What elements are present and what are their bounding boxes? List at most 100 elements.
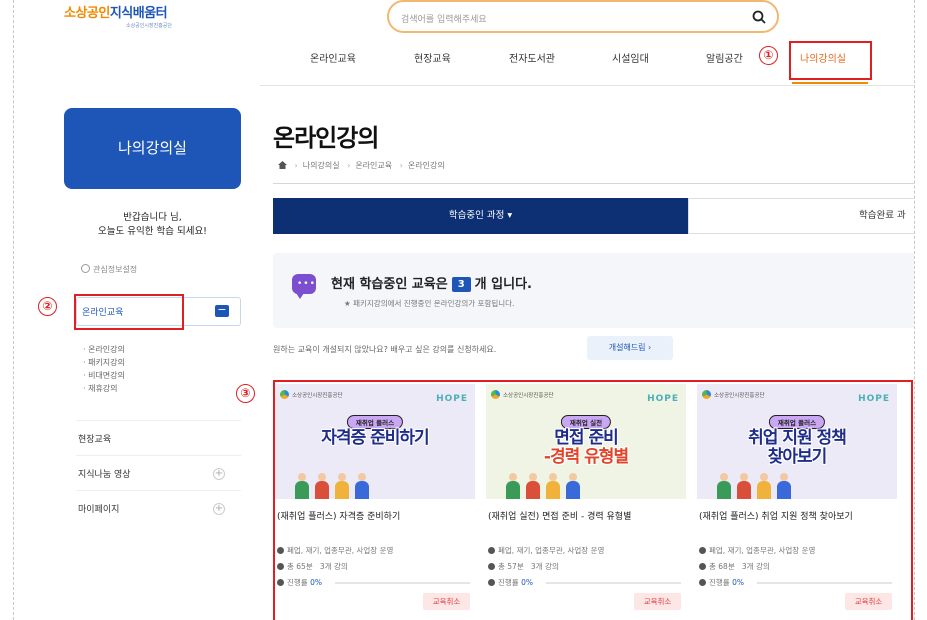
course-tags: 폐업, 재기, 업종무관, 사업장 운영 bbox=[699, 545, 815, 556]
org-logo-icon bbox=[702, 390, 711, 399]
course-duration: 총 68분 3개 강의 bbox=[699, 561, 770, 572]
course-title[interactable]: (재취업 실전) 면접 준비 - 경력 유형별 bbox=[488, 510, 686, 524]
search-input[interactable]: 검색어를 입력해주세요 bbox=[401, 12, 487, 25]
clock-icon bbox=[488, 563, 495, 570]
expand-icon[interactable]: + bbox=[213, 503, 225, 515]
settings-label: 관심정보설정 bbox=[93, 265, 138, 274]
breadcrumb-item[interactable]: 나의강의실 bbox=[303, 161, 340, 170]
callout-1: ① bbox=[759, 46, 778, 65]
greeting-line-2: 오늘도 유익한 학습 되세요! bbox=[97, 226, 207, 237]
cancel-course-button[interactable]: 교육취소 bbox=[423, 593, 470, 610]
breadcrumb: › 나의강의실 › 온라인교육 › 온라인강의 bbox=[278, 160, 445, 171]
banner-title: 면접 준비 -경력 유형별 bbox=[543, 428, 629, 467]
sidebar-subitems: · 온라인강의 · 패키지강의 · 비대면강의 · 재휴강의 bbox=[83, 343, 125, 395]
sidebar-subitem-remote-lecture[interactable]: · 비대면강의 bbox=[83, 369, 125, 382]
greeting: 반갑습니다 님, 오늘도 유익한 학습 되세요! bbox=[64, 211, 241, 239]
greeting-line-1: 반갑습니다 님, bbox=[123, 212, 182, 223]
divider bbox=[273, 183, 914, 184]
progress-bar bbox=[546, 582, 681, 584]
course-progress: 진행률 0% bbox=[699, 577, 744, 588]
course-thumbnail[interactable]: 소상공인시장진흥공단 HOPE 재취업 플러스 자격증 준비하기 bbox=[275, 384, 475, 499]
tag-icon bbox=[699, 547, 706, 554]
cancel-course-button[interactable]: 교육취소 bbox=[634, 593, 681, 610]
course-thumbnail[interactable]: 소상공인시장진흥공단 HOPE 재취업 실전 면접 준비 -경력 유형별 bbox=[486, 384, 686, 499]
collapse-icon[interactable]: − bbox=[215, 304, 229, 317]
interest-settings-link[interactable]: 관심정보설정 bbox=[81, 264, 137, 275]
course-card[interactable]: 소상공인시장진흥공단 HOPE 재취업 플러스 자격증 준비하기 (재취업 플러… bbox=[275, 384, 475, 620]
tag-icon bbox=[277, 547, 284, 554]
page-title: 온라인강의 bbox=[273, 124, 379, 152]
progress-bar bbox=[757, 582, 892, 584]
sidebar-item-knowledge-video[interactable]: 지식나눔 영상 bbox=[78, 467, 131, 480]
course-thumbnail[interactable]: 소상공인시장진흥공단 HOPE 재취업 플러스 취업 지원 정책 찾아보기 bbox=[697, 384, 897, 499]
people-illustration bbox=[295, 473, 415, 499]
nav-e-library[interactable]: 전자도서관 bbox=[509, 50, 555, 65]
search-bar[interactable]: 검색어를 입력해주세요 bbox=[387, 0, 779, 33]
search-icon[interactable] bbox=[751, 9, 767, 25]
banner-category: 재취업 플러스 bbox=[346, 415, 404, 429]
highlight-box-sidebar bbox=[74, 294, 184, 330]
request-prompt: 원하는 교육이 개설되지 않았나요? 배우고 싶은 강의를 신청하세요. bbox=[273, 345, 497, 354]
tag-icon bbox=[488, 547, 495, 554]
status-suffix: 개 입니다. bbox=[474, 277, 532, 292]
clock-icon bbox=[699, 563, 706, 570]
org-logo-icon bbox=[491, 390, 500, 399]
tab-in-progress[interactable]: 학습중인 과정 ▾ bbox=[273, 198, 688, 234]
banner-category: 재취업 실전 bbox=[560, 415, 612, 429]
course-card[interactable]: 소상공인시장진흥공단 HOPE 재취업 플러스 취업 지원 정책 찾아보기 (재취… bbox=[697, 384, 897, 620]
nav-notice[interactable]: 알림공간 bbox=[706, 50, 743, 65]
request-course-button[interactable]: 개설해드림 › bbox=[587, 336, 673, 360]
hope-logo: HOPE bbox=[436, 394, 468, 404]
org-label: 소상공인시장진흥공단 bbox=[702, 390, 765, 399]
clock-icon bbox=[277, 563, 284, 570]
divider bbox=[76, 455, 241, 456]
callout-3: ③ bbox=[236, 384, 255, 403]
banner-title: 자격증 준비하기 bbox=[321, 428, 429, 448]
sidebar-item-field-education[interactable]: 현장교육 bbox=[78, 432, 111, 445]
highlight-box-nav bbox=[789, 41, 872, 80]
nav-online-education[interactable]: 온라인교육 bbox=[310, 50, 356, 65]
sidebar-title: 나의강의실 bbox=[64, 108, 241, 189]
org-label: 소상공인시장진흥공단 bbox=[280, 390, 343, 399]
logo-text-a: 소상공인 bbox=[64, 6, 110, 21]
tab-completed[interactable]: 학습완료 과 bbox=[688, 198, 914, 234]
logo-text-b: 지식배움터 bbox=[109, 6, 168, 21]
chat-bubble-icon: ••• bbox=[292, 274, 316, 299]
divider bbox=[76, 420, 241, 421]
breadcrumb-item[interactable]: 온라인교육 bbox=[355, 161, 392, 170]
learning-status-text: 현재 학습중인 교육은 3 개 입니다. bbox=[331, 273, 532, 292]
course-duration: 총 65분 3개 강의 bbox=[277, 561, 348, 572]
nav-active-underline bbox=[792, 82, 868, 84]
org-label: 소상공인시장진흥공단 bbox=[491, 390, 554, 399]
header-divider bbox=[260, 85, 914, 86]
progress-icon bbox=[488, 579, 495, 586]
page-frame: 소상공인지식배움터 소상공인시장진흥공단 검색어를 입력해주세요 온라인교육 현… bbox=[13, 0, 915, 620]
org-logo-icon bbox=[280, 390, 289, 399]
divider bbox=[76, 490, 241, 491]
status-prefix: 현재 학습중인 교육은 bbox=[331, 277, 448, 292]
progress-icon bbox=[277, 579, 284, 586]
sidebar-subitem-partner-lecture[interactable]: · 재휴강의 bbox=[83, 382, 125, 395]
course-tags: 폐업, 재기, 업종무관, 사업장 운영 bbox=[488, 545, 604, 556]
course-progress: 진행률 0% bbox=[488, 577, 533, 588]
site-logo[interactable]: 소상공인지식배움터 소상공인시장진흥공단 bbox=[64, 2, 172, 29]
hope-logo: HOPE bbox=[647, 394, 679, 404]
progress-icon bbox=[699, 579, 706, 586]
people-illustration bbox=[506, 473, 626, 499]
home-icon[interactable] bbox=[278, 161, 287, 169]
sidebar-subitem-online-lecture[interactable]: · 온라인강의 bbox=[83, 343, 125, 356]
course-card[interactable]: 소상공인시장진흥공단 HOPE 재취업 실전 면접 준비 -경력 유형별 (재취업… bbox=[486, 384, 686, 620]
nav-facility-rental[interactable]: 시설임대 bbox=[612, 50, 649, 65]
expand-icon[interactable]: + bbox=[213, 468, 225, 480]
breadcrumb-item: 온라인강의 bbox=[407, 161, 445, 170]
nav-field-education[interactable]: 현장교육 bbox=[414, 50, 451, 65]
cancel-course-button[interactable]: 교육취소 bbox=[845, 593, 892, 610]
course-progress: 진행률 0% bbox=[277, 577, 322, 588]
sidebar-item-mypage[interactable]: 마이페이지 bbox=[78, 502, 119, 515]
status-note: ★ 패키지강의에서 진행중인 온라인강의가 포함됩니다. bbox=[344, 299, 515, 308]
callout-2: ② bbox=[38, 297, 57, 316]
course-title[interactable]: (재취업 플러스) 자격증 준비하기 bbox=[277, 510, 475, 524]
sidebar-subitem-package-lecture[interactable]: · 패키지강의 bbox=[83, 356, 125, 369]
banner-title: 취업 지원 정책 찾아보기 bbox=[748, 428, 847, 467]
course-title[interactable]: (재취업 플러스) 취업 지원 정책 찾아보기 bbox=[699, 510, 897, 524]
